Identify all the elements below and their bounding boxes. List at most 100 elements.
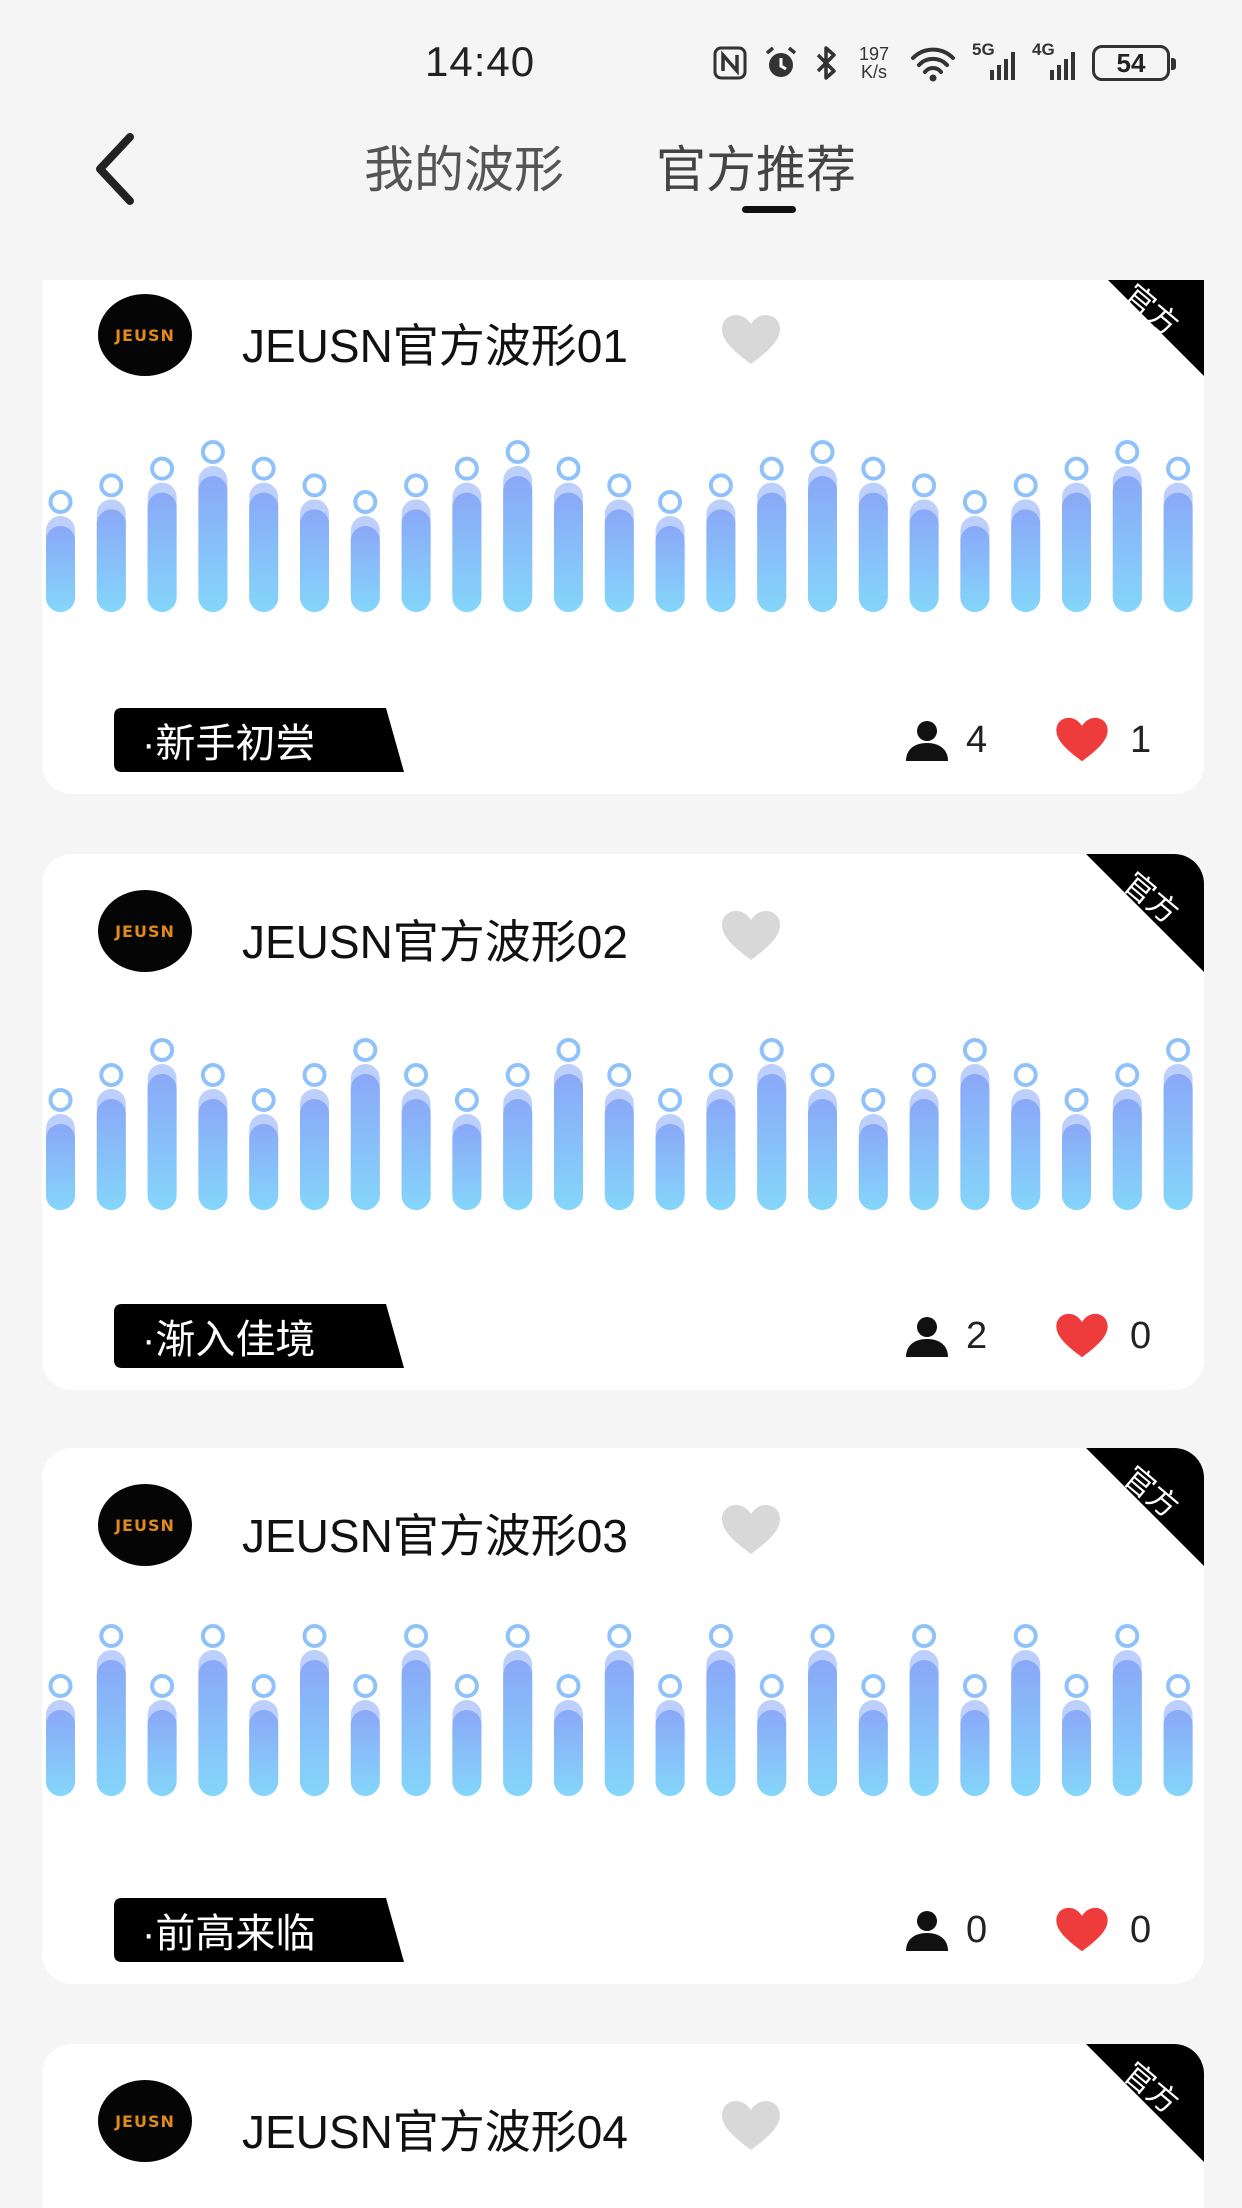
waveform-chart: [46, 1624, 1193, 1796]
waveform-bar: [1011, 473, 1041, 612]
like-count: 0: [1130, 1908, 1152, 1951]
battery-level: 54: [1116, 47, 1146, 78]
user-icon: [906, 1317, 948, 1357]
favorite-heart-icon[interactable]: [720, 910, 782, 962]
tab-official-recommend[interactable]: 官方推荐: [656, 130, 856, 202]
waveform-bar: [401, 1063, 431, 1210]
tab-active-indicator: [742, 206, 796, 213]
user-icon: [906, 1911, 948, 1951]
signal-4g-label: 4G: [1032, 40, 1055, 59]
card-title: JEUSN官方波形04: [242, 2106, 628, 2158]
status-icons: 197 K/s 5G 4G 54: [712, 38, 1176, 88]
tag-label: ·前高来临: [142, 1912, 316, 1956]
waveform-bar: [96, 1063, 126, 1210]
card-title: JEUSN官方波形02: [242, 916, 628, 968]
waveform-bar: [757, 1674, 787, 1796]
signal-4g: 4G: [1032, 40, 1078, 82]
net-speed: 197 K/s: [854, 45, 894, 81]
signal-5g: 5G: [972, 40, 1018, 82]
waveform-bar: [198, 440, 228, 612]
net-speed-value: 197: [858, 44, 890, 64]
status-bar: 14:40 197 K/s 5G 4G 54: [0, 0, 1242, 120]
avatar: JEUSN: [98, 1484, 192, 1566]
like-heart-icon[interactable]: [1052, 1313, 1112, 1359]
waveform-bar: [808, 440, 837, 612]
waveform-bar: [858, 1674, 888, 1796]
waveform-bar: [909, 1624, 939, 1796]
waveform-bar: [909, 1063, 939, 1210]
card-stats: 2 0: [904, 1306, 1156, 1366]
waveform-bar: [401, 1624, 431, 1796]
back-button[interactable]: [80, 126, 150, 212]
header: 我的波形 官方推荐: [0, 120, 1242, 230]
favorite-heart-icon[interactable]: [720, 1504, 782, 1556]
waveform-bar: [706, 1624, 736, 1796]
waveform-bar: [808, 1624, 837, 1796]
waveform-bar: [96, 473, 126, 612]
waveform-card-4[interactable]: 官方 JEUSN JEUSN官方波形04: [42, 2044, 1204, 2208]
card-stats: 0 0: [904, 1900, 1156, 1960]
tag-label: ·新手初尝: [142, 722, 316, 766]
waveform-bar: [300, 1624, 329, 1796]
like-heart-icon[interactable]: [1052, 1907, 1112, 1953]
like-count: 0: [1130, 1314, 1152, 1357]
bluetooth-icon: [816, 46, 836, 80]
waveform-bar: [655, 490, 685, 612]
user-icon: [906, 721, 948, 761]
waveform-card-3[interactable]: 官方 JEUSN JEUSN官方波形03 ·前高来临 0 0: [42, 1448, 1204, 1984]
avatar: JEUSN: [98, 294, 192, 376]
waveform-bar: [1062, 1088, 1091, 1210]
card-title: JEUSN官方波形03: [242, 1510, 628, 1562]
waveform-bar: [655, 1088, 685, 1210]
card-stats: 4 1: [904, 710, 1156, 770]
waveform-bar: [503, 1624, 533, 1796]
avatar-logo-text: JEUSN: [115, 921, 175, 941]
waveform-bar: [249, 1674, 279, 1796]
favorite-heart-icon[interactable]: [720, 314, 782, 366]
avatar: JEUSN: [98, 2080, 192, 2162]
waveform-bar: [350, 1674, 380, 1796]
waveform-bar: [249, 456, 279, 612]
card-title: JEUSN官方波形01: [242, 320, 628, 372]
user-count: 0: [966, 1908, 988, 1951]
waveform-bar: [300, 1063, 329, 1210]
waveform-bar: [757, 1038, 787, 1210]
waveform-bar: [300, 473, 329, 612]
waveform-bar: [604, 1624, 634, 1796]
waveform-card-2[interactable]: 官方 JEUSN JEUSN官方波形02 ·渐入佳境 2 0: [42, 854, 1204, 1390]
signal-5g-label: 5G: [972, 40, 995, 59]
waveform-bar: [554, 456, 583, 612]
like-count: 1: [1130, 718, 1152, 761]
tag-label: ·渐入佳境: [142, 1318, 316, 1362]
waveform-bar: [46, 1674, 75, 1796]
waveform-bar: [604, 1063, 634, 1210]
waveform-card-1[interactable]: 官方 JEUSN JEUSN官方波形01 ·新手初尝 4 1: [42, 280, 1204, 794]
waveform-bar: [147, 1674, 177, 1796]
avatar-logo-text: JEUSN: [115, 2111, 175, 2131]
waveform-bar: [858, 456, 888, 612]
waveform-bar: [706, 1063, 736, 1210]
avatar-logo-text: JEUSN: [115, 1515, 175, 1535]
waveform-chart: [46, 440, 1193, 612]
waveform-bar: [808, 1063, 837, 1210]
avatar-logo-text: JEUSN: [115, 325, 175, 345]
waveform-bar: [909, 473, 939, 612]
waveform-bar: [198, 1624, 228, 1796]
waveform-bar: [1011, 1063, 1041, 1210]
tab-my-waveforms[interactable]: 我的波形: [364, 130, 564, 202]
waveform-bar: [503, 1063, 533, 1210]
waveform-bar: [655, 1674, 685, 1796]
user-count: 2: [966, 1314, 988, 1357]
waveform-bar: [1112, 1063, 1142, 1210]
like-heart-icon[interactable]: [1052, 717, 1112, 763]
waveform-bar: [706, 473, 736, 612]
waveform-bar: [858, 1088, 888, 1210]
waveform-tag: ·前高来临: [114, 1898, 404, 1962]
favorite-heart-icon[interactable]: [720, 2100, 782, 2152]
waveform-bar: [554, 1038, 583, 1210]
waveform-tag: ·渐入佳境: [114, 1304, 404, 1368]
waveform-bar: [503, 440, 533, 612]
waveform-bar: [452, 456, 482, 612]
waveform-tag: ·新手初尝: [114, 708, 404, 772]
waveform-bar: [249, 1088, 279, 1210]
